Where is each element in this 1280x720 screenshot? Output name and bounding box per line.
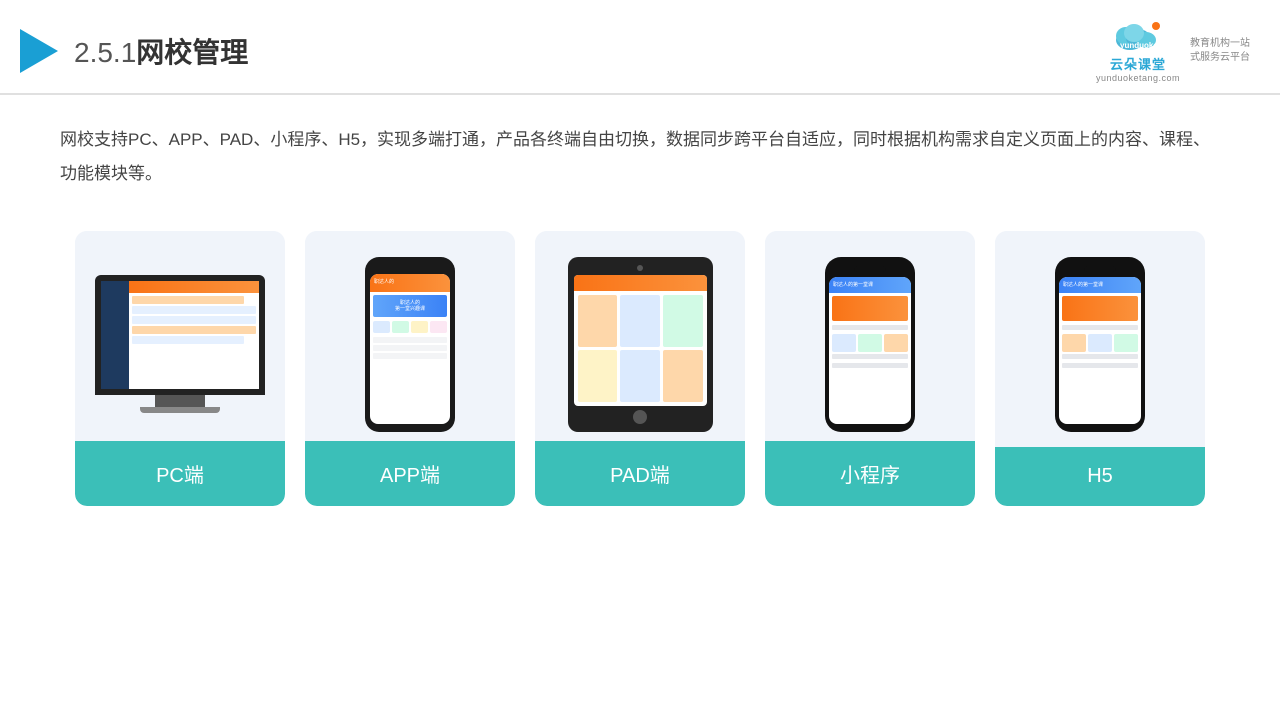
- monitor-base: [155, 395, 205, 407]
- phone-banner: 职达人的第一堂兴趣课: [373, 295, 447, 317]
- header-left: 2.5.1网校管理: [20, 29, 248, 73]
- monitor-screen: [101, 281, 259, 389]
- logo-area: yunduoketang 云朵课堂 yunduoketang.com 教育机构一…: [1096, 18, 1250, 83]
- h5-cards: [1062, 334, 1138, 352]
- card-pad: PAD端: [535, 231, 745, 506]
- mini-card: [858, 334, 882, 352]
- mini-screen: 职达人的第一堂课: [829, 277, 911, 424]
- h5-screen-header: 职达人的第一堂课: [1059, 277, 1141, 293]
- card-app-image: 职达人的 职达人的第一堂兴趣课: [305, 231, 515, 441]
- grid-item: [411, 321, 428, 333]
- card-h5: 职达人的第一堂课 H5: [995, 231, 1205, 506]
- mini-row: [832, 363, 908, 368]
- tablet-card: [663, 295, 703, 347]
- h5-banner: [1062, 296, 1138, 321]
- phone-screen-header: 职达人的: [370, 274, 450, 292]
- card-app-label: APP端: [305, 441, 515, 506]
- mini-card: [832, 334, 856, 352]
- tablet-card: [578, 350, 618, 402]
- tablet-home-btn: [633, 410, 647, 424]
- logo-tagline: 教育机构一站 式服务云平台: [1190, 37, 1250, 65]
- tablet-card: [620, 295, 660, 347]
- card-pad-image: [535, 231, 745, 441]
- pc-mockup: [95, 275, 265, 413]
- mini-notch-area: [829, 263, 911, 275]
- h5-phone-mockup: 职达人的第一堂课: [1055, 257, 1145, 432]
- tablet-screen-body: [574, 291, 707, 406]
- monitor-stand: [140, 407, 220, 413]
- description-text: 网校支持PC、APP、PAD、小程序、H5，实现多端打通，产品各终端自由切换，数…: [0, 95, 1280, 201]
- card-h5-label: H5: [995, 447, 1205, 506]
- screen-row: [132, 296, 244, 304]
- list-item: [373, 353, 447, 359]
- mini-screen-content: [829, 293, 911, 373]
- tablet-camera: [637, 265, 643, 271]
- card-pc-label: PC端: [75, 441, 285, 506]
- play-icon: [20, 29, 58, 73]
- h5-notch-area: [1059, 263, 1141, 275]
- screen-row: [132, 316, 256, 324]
- tablet-mockup: [568, 257, 713, 432]
- screen-main: [129, 281, 259, 389]
- mini-card: [884, 334, 908, 352]
- h5-screen-content: [1059, 293, 1141, 373]
- mini-row: [832, 325, 908, 330]
- tablet-screen-header: [574, 275, 707, 291]
- app-phone-mockup: 职达人的 职达人的第一堂兴趣课: [365, 257, 455, 432]
- phone-notch: [396, 265, 424, 271]
- logo-sub-text: yunduoketang.com: [1096, 73, 1180, 83]
- screen-content: [129, 293, 259, 389]
- card-app: 职达人的 职达人的第一堂兴趣课: [305, 231, 515, 506]
- h5-notch: [1084, 266, 1116, 272]
- phone-screen: 职达人的 职达人的第一堂兴趣课: [370, 274, 450, 424]
- screen-row: [132, 336, 244, 344]
- grid-item: [430, 321, 447, 333]
- card-mini-image: 职达人的第一堂课: [765, 231, 975, 441]
- card-h5-image: 职达人的第一堂课: [995, 231, 1205, 441]
- card-pc-image: [75, 231, 285, 441]
- grid-item: [373, 321, 390, 333]
- phone-screen-content: 职达人的第一堂兴趣课: [370, 292, 450, 424]
- list-item: [373, 345, 447, 351]
- h5-card: [1088, 334, 1112, 352]
- h5-card: [1114, 334, 1138, 352]
- h5-screen: 职达人的第一堂课: [1059, 277, 1141, 424]
- svg-text:yunduoketang: yunduoketang: [1120, 41, 1168, 50]
- list-item: [373, 337, 447, 343]
- mini-banner: [832, 296, 908, 321]
- screen-row: [132, 326, 256, 334]
- screen-header-bar: [129, 281, 259, 293]
- mini-screen-header: 职达人的第一堂课: [829, 277, 911, 293]
- card-pad-label: PAD端: [535, 441, 745, 506]
- mini-cards: [832, 334, 908, 352]
- tablet-card: [663, 350, 703, 402]
- tablet-card: [578, 295, 618, 347]
- logo-svg: yunduoketang: [1108, 18, 1168, 54]
- h5-row: [1062, 354, 1138, 359]
- mini-notch: [854, 266, 886, 272]
- tablet-card: [620, 350, 660, 402]
- monitor: [95, 275, 265, 395]
- grid-item: [392, 321, 409, 333]
- screen-sidebar: [101, 281, 129, 389]
- h5-card: [1062, 334, 1086, 352]
- cards-area: PC端 职达人的 职达人的第一堂兴趣课: [0, 201, 1280, 536]
- phone-grid: [373, 321, 447, 333]
- h5-row: [1062, 363, 1138, 368]
- screen-row: [132, 306, 256, 314]
- phone-header-text: 职达人的: [374, 280, 394, 285]
- mini-phone-mockup: 职达人的第一堂课: [825, 257, 915, 432]
- h5-row: [1062, 325, 1138, 330]
- tablet-screen: [574, 275, 707, 406]
- logo-main-text: 云朵课堂: [1110, 54, 1166, 73]
- card-mini: 职达人的第一堂课 小程序: [765, 231, 975, 506]
- phone-banner-text: 职达人的第一堂兴趣课: [395, 300, 425, 312]
- header: 2.5.1网校管理 yunduoketang 云朵课堂 yunduoketang…: [0, 0, 1280, 95]
- logo-cloud: yunduoketang 云朵课堂 yunduoketang.com: [1096, 18, 1180, 83]
- card-pc: PC端: [75, 231, 285, 506]
- mini-row: [832, 354, 908, 359]
- page-title: 2.5.1网校管理: [74, 31, 248, 71]
- card-mini-label: 小程序: [765, 441, 975, 506]
